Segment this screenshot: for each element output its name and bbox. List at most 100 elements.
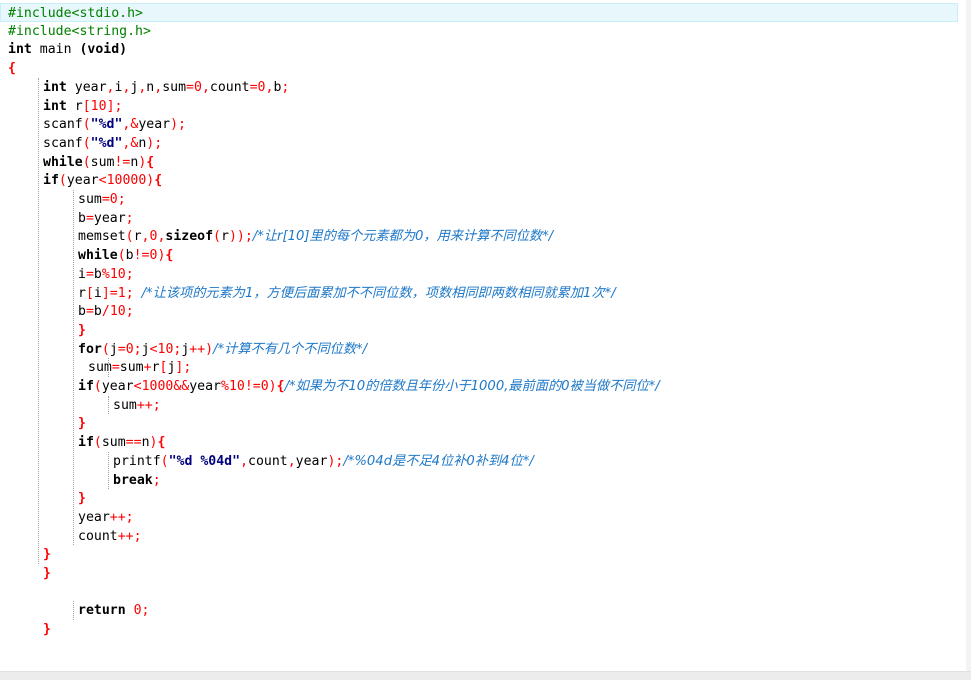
operator-token: = [249, 79, 258, 95]
identifier-token [134, 286, 142, 301]
keyword-token: sizeof [165, 229, 214, 245]
string-token: "%d %04d" [168, 453, 241, 469]
operator-token: ; [133, 528, 142, 544]
number-token: 0 [109, 192, 118, 207]
identifier-token: sum [119, 360, 144, 376]
brace-token: } [78, 416, 86, 432]
operator-token: ( [82, 154, 91, 170]
code-line[interactable]: b=b/10; [0, 302, 134, 321]
code-line[interactable]: if(sum==n){ [0, 433, 165, 452]
code-text-area[interactable]: #include<stdio.h> #include<string.h> int m… [0, 0, 966, 672]
operator-token: ; [133, 341, 142, 357]
horizontal-scrollbar-track[interactable] [0, 671, 971, 680]
keyword-token: int [43, 98, 67, 114]
keyword-token: int [8, 42, 32, 58]
code-line[interactable]: b=year; [0, 209, 134, 228]
code-line[interactable]: while(sum!=n){ [0, 153, 154, 172]
identifier-token: r [66, 98, 83, 114]
code-line[interactable]: for(j=0;j<10;j++)/*计算不有几个不同位数*/ [0, 340, 367, 359]
code-line[interactable]: while(b!=0){ [0, 246, 173, 265]
operator-token: ; [152, 397, 161, 413]
code-editor[interactable]: #include<stdio.h> #include<string.h> int m… [0, 0, 971, 680]
brace-token: { [8, 61, 16, 77]
operator-token: ; [244, 229, 253, 245]
code-line[interactable]: int r[10]; [0, 97, 122, 116]
operator-token: ; [125, 285, 134, 301]
string-token: "%d" [90, 117, 123, 133]
number-token: 10 [228, 379, 245, 394]
operator-token: ; [117, 192, 126, 207]
number-token: 1 [117, 285, 126, 301]
code-line[interactable]: scanf("%d",&year); [0, 115, 186, 134]
brace-token: } [78, 322, 86, 338]
operator-token: ] [106, 98, 115, 114]
code-line[interactable]: sum++; [0, 396, 161, 415]
operator-token: ( [213, 229, 221, 245]
code-line[interactable]: sum=0; [0, 190, 126, 209]
identifier-token: year [93, 210, 126, 226]
string-token: "%d" [90, 135, 123, 151]
operator-token: / [101, 304, 110, 320]
indent-guide [108, 451, 109, 490]
operator-token: ++ [109, 509, 126, 525]
code-line[interactable]: int main (void) [0, 40, 127, 59]
code-line[interactable]: sum=sum+r[j]; [0, 358, 191, 377]
operator-token: , [154, 79, 163, 95]
brace-token: { [276, 379, 285, 394]
identifier-token: scanf [43, 135, 83, 151]
code-line[interactable]: int year,i,j,n,sum=0,count=0,b; [0, 78, 289, 97]
operator-token: != [133, 248, 150, 264]
code-line[interactable]: if(year<1000&&year%10!=0){/*如果为不10的倍数且年份… [0, 377, 660, 396]
operator-token: && [173, 379, 190, 394]
code-line[interactable]: count++; [0, 527, 142, 546]
identifier-token: sum [101, 435, 126, 451]
identifier-token: r [151, 360, 160, 376]
code-line[interactable]: memset(r,0,sizeof(r));/*让r[10]里的每个元素都为0，… [0, 227, 553, 246]
operator-token: ++) [189, 341, 214, 357]
comment-token: /*计算不有几个不同位数*/ [213, 341, 368, 357]
number-token: 0 [257, 79, 266, 95]
identifier-token: r [78, 285, 86, 301]
operator-token: ; [125, 266, 134, 282]
code-line[interactable]: return 0; [0, 601, 150, 620]
operator-token: = [117, 341, 126, 357]
code-line[interactable]: if(year<10000){ [0, 171, 162, 190]
identifier-token: r [133, 229, 142, 245]
identifier-token: i [93, 285, 102, 301]
keyword-token: for [78, 341, 102, 357]
indent-guide [108, 395, 109, 415]
code-line[interactable]: i=b%10; [0, 265, 134, 284]
brace-token: { [165, 248, 174, 264]
code-line[interactable]: { [0, 59, 16, 78]
comment-token: /*让该项的元素为1，方便后面累加不不同位数，项数相同即两数相同就累加1次*/ [141, 285, 616, 301]
number-token: 10000 [106, 173, 147, 189]
code-line[interactable]: } [0, 620, 51, 639]
code-line[interactable]: r[i]=1; /*让该项的元素为1，方便后面累加不不同位数，项数相同即两数相同… [0, 284, 616, 303]
code-line[interactable]: #include<string.h> [0, 22, 151, 41]
code-line[interactable]: } [0, 545, 51, 564]
number-token: 0 [133, 603, 142, 619]
operator-token: = [111, 360, 120, 376]
operator-token: = [85, 266, 94, 282]
operator-token: < [98, 173, 107, 189]
code-line[interactable]: printf("%d %04d",count,year);/*%04d是不足4位… [0, 452, 534, 471]
vertical-scrollbar-track[interactable] [966, 0, 971, 672]
operator-token: % [220, 379, 229, 394]
identifier-token: b [93, 266, 102, 282]
code-line[interactable]: scanf("%d",&n); [0, 134, 162, 153]
identifier-token: b [125, 248, 134, 264]
identifier-token: count [78, 528, 118, 544]
operator-token: ; [125, 210, 134, 226]
operator-token: != [114, 154, 131, 170]
operator-token: ; [154, 135, 163, 151]
code-line[interactable]: #include<stdio.h> [0, 3, 958, 22]
keyword-token: return [78, 603, 126, 619]
operator-token: ]= [101, 285, 118, 301]
code-line[interactable]: } [0, 564, 51, 583]
code-line[interactable]: year++; [0, 508, 134, 527]
identifier-token: main [31, 42, 80, 58]
code-line[interactable]: break; [0, 471, 161, 490]
identifier-token: sum [113, 397, 137, 413]
code-line[interactable] [0, 583, 8, 602]
identifier-token: sum [78, 192, 102, 207]
